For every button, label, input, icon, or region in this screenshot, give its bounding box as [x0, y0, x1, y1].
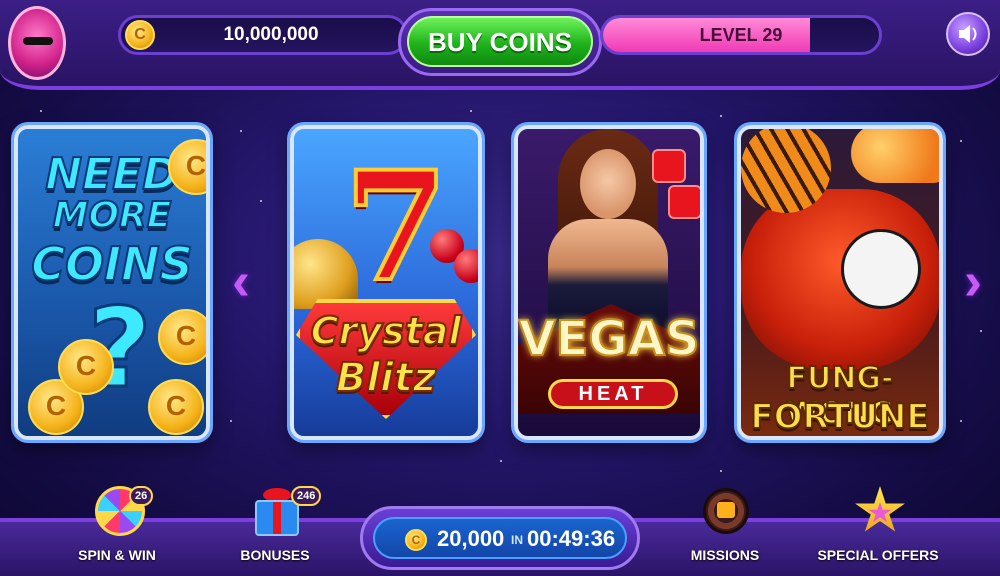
- card-title-line: COINS: [30, 236, 194, 292]
- coin-balance: 10,000,000: [223, 24, 319, 45]
- level-label: LEVEL 29: [699, 25, 783, 45]
- coin-icon: C: [58, 339, 114, 395]
- game-card-crystal-blitz[interactable]: 7 Crystal Blitz: [290, 125, 482, 440]
- bonus-countdown: 00:49:36: [527, 526, 616, 551]
- nav-label: BONUSES: [240, 547, 310, 563]
- level-progress-bar[interactable]: LEVEL 29: [600, 15, 882, 55]
- coin-balance-pill[interactable]: C 10,000,000: [118, 15, 408, 55]
- nav-label: SPECIAL OFFERS: [817, 547, 939, 563]
- hostess-face: [580, 149, 636, 219]
- coin-icon: C: [405, 529, 427, 551]
- lock-icon: [717, 502, 735, 518]
- nav-missions[interactable]: MISSIONS: [660, 486, 790, 576]
- panda-icon: [841, 229, 921, 309]
- coin-icon: C: [125, 20, 155, 50]
- nav-bonuses[interactable]: 246 BONUSES: [210, 486, 340, 576]
- pig-avatar-icon[interactable]: [8, 6, 66, 80]
- bonus-amount: 20,000: [437, 526, 505, 551]
- carousel-prev-arrow[interactable]: ‹: [224, 254, 258, 308]
- coin-icon: C: [158, 309, 206, 365]
- koi-fish-icon: [851, 129, 939, 183]
- lucky-seven-icon: 7: [342, 137, 450, 317]
- nav-spin-win[interactable]: 26 SPIN & WIN: [52, 486, 182, 576]
- buy-coins-label: BUY COINS: [407, 16, 593, 67]
- speaker-icon[interactable]: [946, 12, 990, 56]
- nav-special-offers[interactable]: SPECIAL OFFERS: [808, 486, 948, 576]
- cherry-icon: [454, 249, 478, 283]
- card-title-line: MORE: [52, 194, 173, 237]
- carousel-next-arrow[interactable]: ›: [956, 254, 990, 308]
- gift-icon-wrap: 246: [245, 486, 322, 540]
- game-title: VEGAS: [518, 310, 700, 368]
- bonus-in-label: IN: [511, 533, 523, 547]
- dice-icon: [668, 185, 700, 219]
- game-card-vegas-heat[interactable]: VEGAS HEAT: [514, 125, 704, 440]
- spin-count-badge: 26: [129, 486, 154, 506]
- prize-wheel-icon-wrap: 26: [87, 486, 154, 540]
- bonus-count-badge: 246: [291, 486, 322, 506]
- gift-icon: [255, 500, 299, 536]
- star-icon-wrap: [848, 486, 908, 540]
- game-card-need-more-coins[interactable]: NEED MORE COINS ? C C C C C: [14, 125, 210, 440]
- timed-bonus-button[interactable]: C 20,000 IN 00:49:36: [360, 506, 640, 570]
- sunglasses-icon: [23, 37, 53, 45]
- game-subtitle: HEAT: [548, 379, 678, 409]
- dice-icon: [652, 149, 686, 183]
- tiger-icon: [741, 129, 831, 213]
- target-lock-icon-wrap: [695, 486, 755, 540]
- coin-icon: C: [148, 379, 204, 435]
- game-title: Crystal: [310, 308, 463, 354]
- game-title: Blitz: [335, 354, 437, 402]
- game-card-fung-wong-fortune[interactable]: FUNG-WONG FORTUNE: [737, 125, 943, 440]
- nav-label: MISSIONS: [690, 547, 760, 563]
- buy-coins-button[interactable]: BUY COINS: [398, 8, 602, 76]
- game-title: FORTUNE: [749, 396, 930, 437]
- nav-label: SPIN & WIN: [78, 547, 156, 563]
